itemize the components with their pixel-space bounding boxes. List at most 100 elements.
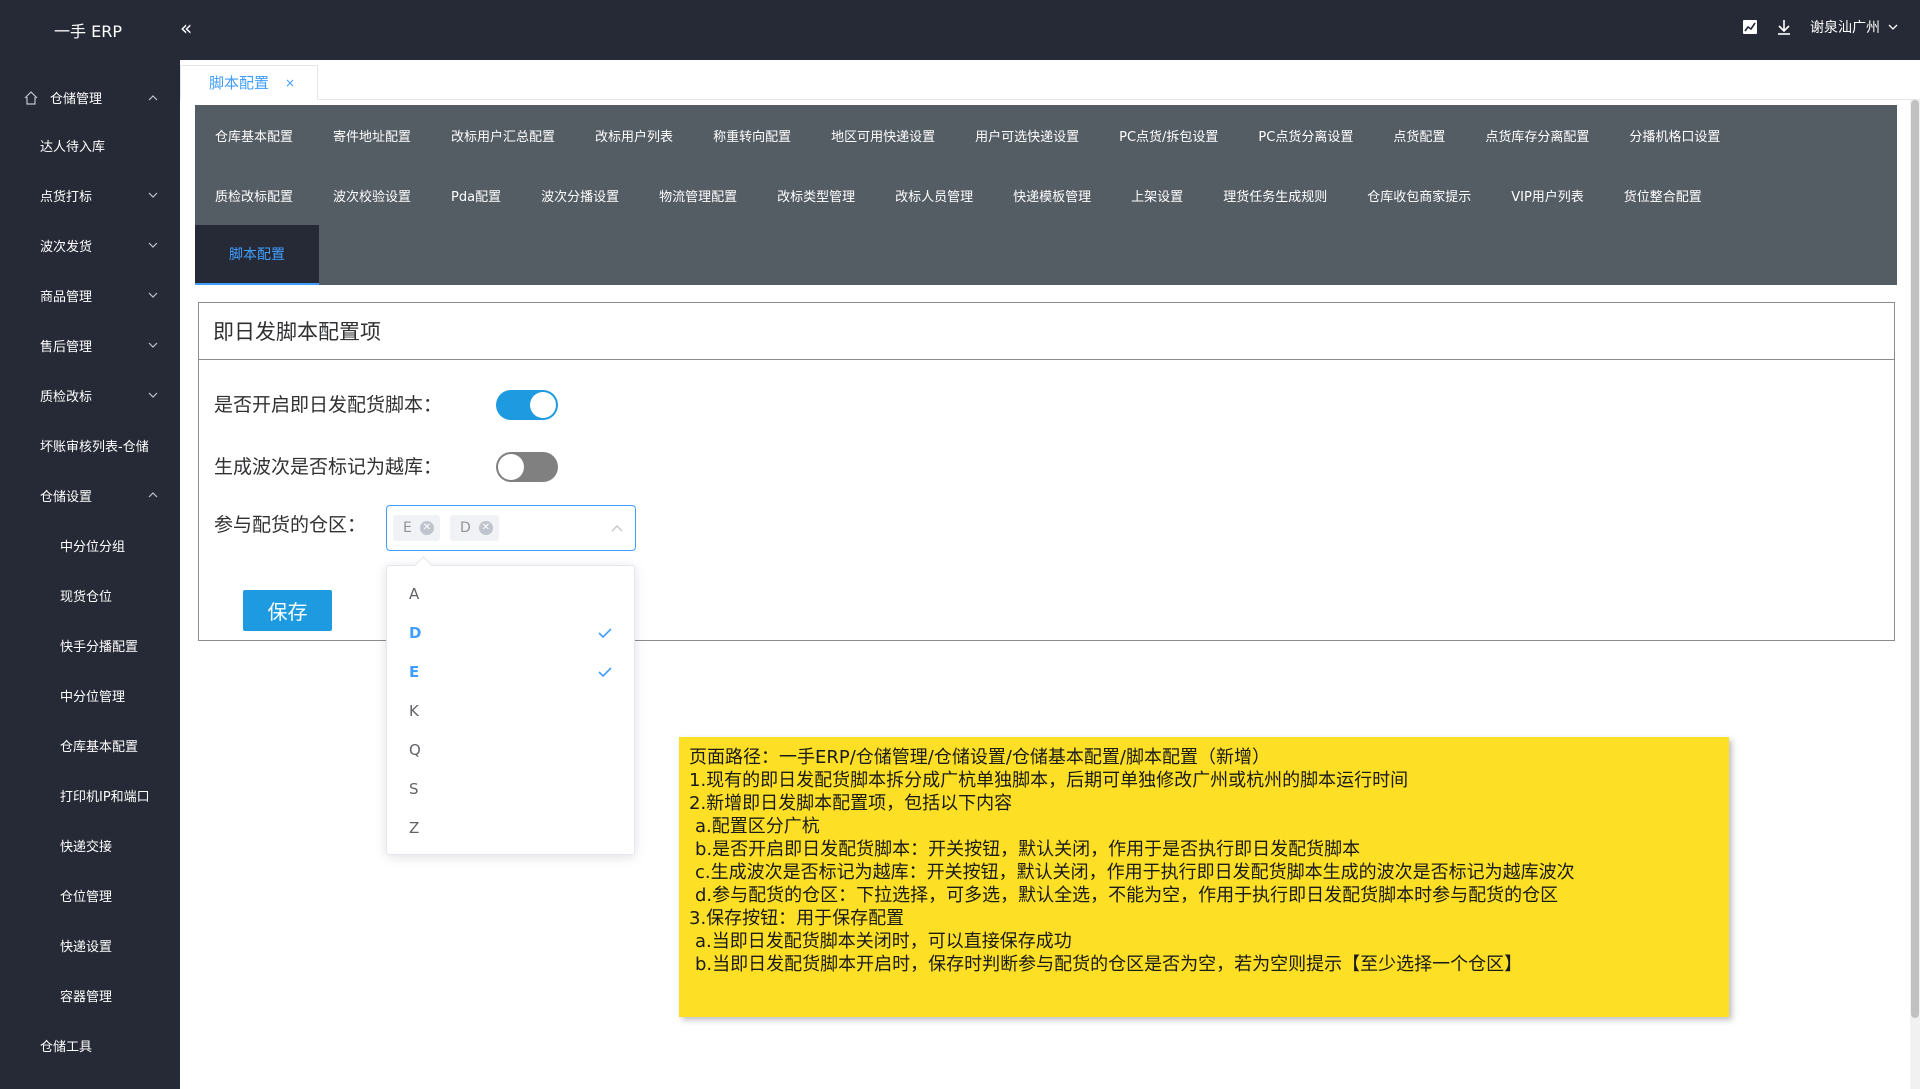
sidebar-item-container-management[interactable]: 容器管理 [0,970,180,1020]
option-label: A [409,584,420,603]
nav-item-stock-separate[interactable]: 点货库存分离配置 [1465,105,1609,165]
check-icon [598,666,612,677]
dropdown-option[interactable]: S [387,769,634,808]
sidebar-item-tagging[interactable]: 点货打标 [0,170,180,220]
nav-item-relabel-user-summary[interactable]: 改标用户汇总配置 [431,105,575,165]
nav-item-logistics[interactable]: 物流管理配置 [639,165,757,225]
config-nav: 仓库基本配置 寄件地址配置 改标用户汇总配置 改标用户列表 称重转向配置 地区可… [195,105,1897,285]
nav-item-location-merge[interactable]: 货位整合配置 [1604,165,1722,225]
nav-item-relabel-staff[interactable]: 改标人员管理 [875,165,993,225]
enable-script-label: 是否开启即日发配货脚本： [214,394,443,416]
nav-item-shelving[interactable]: 上架设置 [1111,165,1203,225]
dropdown-option[interactable]: A [387,574,634,613]
dropdown-option[interactable]: Q [387,730,634,769]
collapse-sidebar-icon[interactable]: « [180,16,192,40]
dropdown-option[interactable]: E [387,652,634,691]
chart-icon[interactable] [1742,19,1758,35]
user-menu[interactable]: 谢泉汕广州 [1810,17,1898,37]
nav-item-sorter-port[interactable]: 分播机格口设置 [1609,105,1740,165]
remove-chip-icon[interactable]: ✕ [419,521,434,535]
nav-item-basic-config[interactable]: 仓库基本配置 [195,105,313,165]
note-line: a.配置区分广杭 [695,816,820,837]
sidebar-item-zone-group[interactable]: 中分位分组 [0,520,180,570]
note-line: c.生成波次是否标记为越库：开关按钮，默认关闭，作用于执行即日发配货脚本生成的波… [695,862,1575,883]
nav-item-script-config[interactable]: 脚本配置 [195,225,319,285]
config-nav-row: 仓库基本配置 寄件地址配置 改标用户汇总配置 改标用户列表 称重转向配置 地区可… [195,105,1740,165]
nav-item-pda-config[interactable]: Pda配置 [431,165,521,225]
nav-item-tally-rule[interactable]: 理货任务生成规则 [1203,165,1347,225]
sidebar-item-label: 售后管理 [40,339,93,355]
chevron-down-icon [148,242,158,248]
chevron-up-icon [148,492,158,498]
sidebar-item-tools[interactable]: 仓储工具 [0,1020,180,1070]
nav-item-sender-address[interactable]: 寄件地址配置 [313,105,431,165]
dropdown-option[interactable]: Z [387,808,634,847]
nav-item-pc-separate[interactable]: PC点货分离设置 [1238,105,1373,165]
overflow-switch[interactable] [496,452,558,482]
top-right-tools: 谢泉汕广州 [1742,17,1898,37]
sidebar-item-spot-location[interactable]: 现货仓位 [0,570,180,620]
sidebar-item-kuaishou-sorting[interactable]: 快手分播配置 [0,620,180,670]
sidebar-item-warehouse[interactable]: 仓储管理 [0,75,180,120]
sidebar-item-label: 质检改标 [40,389,93,405]
dropdown-option[interactable]: D [387,613,634,652]
download-icon[interactable] [1776,19,1792,35]
nav-item-region-express[interactable]: 地区可用快递设置 [811,105,955,165]
scrollbar-thumb[interactable] [1911,100,1919,1018]
chevron-up-icon [611,525,623,532]
sidebar-item-express-handover[interactable]: 快递交接 [0,820,180,870]
zone-chip: E ✕ [393,515,440,541]
app-logo: 一手 ERP [54,22,122,41]
nav-item-qc-relabel[interactable]: 质检改标配置 [195,165,313,225]
chevron-down-icon [1888,24,1898,30]
save-button[interactable]: 保存 [243,590,332,631]
sidebar-item-basic-config[interactable]: 仓库基本配置 [0,720,180,770]
option-label: E [409,662,420,681]
sidebar-item-printer-ip[interactable]: 打印机IP和端口 [0,770,180,820]
zone-label: 参与配货的仓区： [214,514,367,536]
chip-label: E [403,520,412,536]
sidebar-item-label: 仓储工具 [40,1039,93,1055]
note-line: 1.现有的即日发配货脚本拆分成广杭单独脚本，后期可单独修改广州或杭州的脚本运行时… [689,770,1409,791]
tab-script-config[interactable]: 脚本配置 × [180,65,319,100]
zone-select[interactable]: E ✕ D ✕ [386,505,636,551]
remove-chip-icon[interactable]: ✕ [478,521,493,535]
nav-item-checking-config[interactable]: 点货配置 [1373,105,1465,165]
sidebar-item-express-settings[interactable]: 快递设置 [0,920,180,970]
config-nav-row: 质检改标配置 波次校验设置 Pda配置 波次分播设置 物流管理配置 改标类型管理… [195,165,1722,225]
nav-item-vip-users[interactable]: VIP用户列表 [1491,165,1604,225]
nav-item-relabel-type[interactable]: 改标类型管理 [757,165,875,225]
nav-item-wave-sorting[interactable]: 波次分播设置 [521,165,639,225]
sidebar-item-label: 商品管理 [40,289,93,305]
nav-item-user-express[interactable]: 用户可选快递设置 [955,105,1099,165]
chevron-down-icon [148,292,158,298]
note-line: d.参与配货的仓区：下拉选择，可多选，默认全选，不能为空，作用于执行即日发配货脚… [695,885,1559,906]
nav-item-express-template[interactable]: 快递模板管理 [993,165,1111,225]
close-icon[interactable]: × [285,76,295,90]
nav-item-relabel-user-list[interactable]: 改标用户列表 [575,105,693,165]
page-scrollbar[interactable] [1910,100,1920,1089]
sidebar-item-qc[interactable]: 质检改标 [0,370,180,420]
nav-item-weigh-turn[interactable]: 称重转向配置 [693,105,811,165]
sidebar-item-warehouse-settings[interactable]: 仓储设置 [0,470,180,520]
note-line: 2.新增即日发脚本配置项，包括以下内容 [689,793,1013,814]
tab-label: 脚本配置 [209,74,270,92]
chevron-down-icon [148,392,158,398]
nav-item-merchant-notice[interactable]: 仓库收包商家提示 [1347,165,1491,225]
sidebar-item-location-management[interactable]: 仓位管理 [0,870,180,920]
sidebar-item-bad-debt[interactable]: 坏账审核列表-仓储 [0,420,180,470]
enable-script-switch[interactable] [496,390,558,420]
dropdown-option[interactable]: K [387,691,634,730]
sidebar-item-zone-management[interactable]: 中分位管理 [0,670,180,720]
check-icon [598,627,612,638]
sidebar-item-label: 坏账审核列表-仓储 [40,439,149,455]
nav-item-pc-unpack[interactable]: PC点货/拆包设置 [1099,105,1238,165]
nav-item-wave-check[interactable]: 波次校验设置 [313,165,431,225]
sidebar-item-label: 容器管理 [60,989,113,1005]
chip-label: D [460,520,471,536]
home-icon [24,90,38,105]
sidebar-item-products[interactable]: 商品管理 [0,270,180,320]
sidebar-item-pending-stock[interactable]: 达人待入库 [0,120,180,170]
sidebar-item-wave-shipping[interactable]: 波次发货 [0,220,180,270]
sidebar-item-after-sales[interactable]: 售后管理 [0,320,180,370]
